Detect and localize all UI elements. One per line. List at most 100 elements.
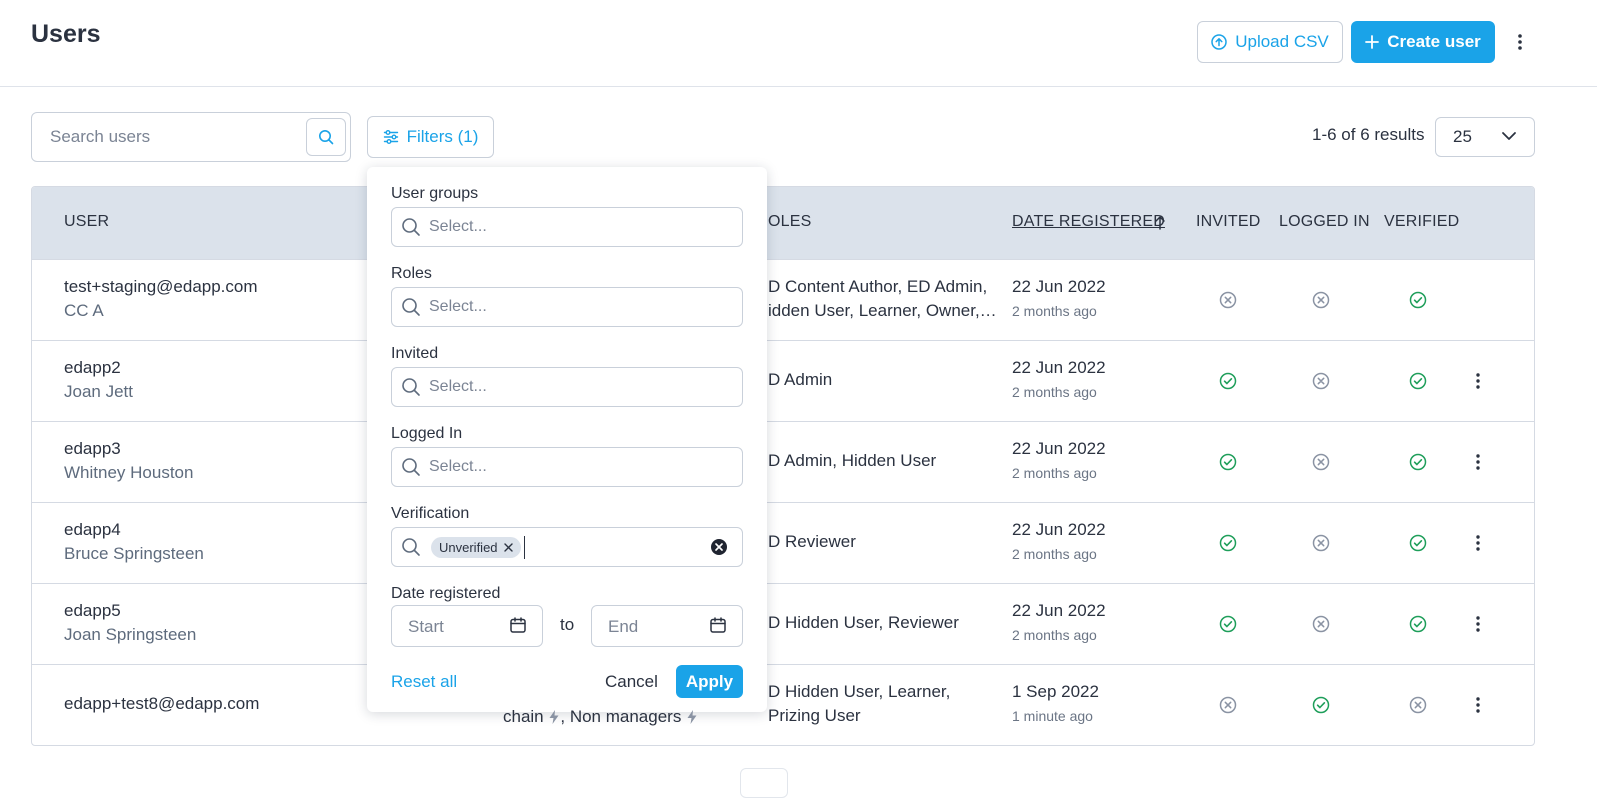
logged-in-select[interactable]: Select... <box>391 447 743 487</box>
user-email[interactable]: edapp4 <box>64 520 121 540</box>
reset-all-link[interactable]: Reset all <box>391 672 457 692</box>
apply-button[interactable]: Apply <box>676 665 743 698</box>
search-icon <box>402 538 420 556</box>
filters-button[interactable]: Filters (1) <box>367 116 494 158</box>
create-user-label: Create user <box>1387 32 1481 51</box>
column-header-logged-in[interactable]: LOGGED IN <box>1279 213 1370 231</box>
start-placeholder: Start <box>408 617 444 636</box>
page-title: Users <box>31 20 101 48</box>
search-input[interactable] <box>48 125 288 149</box>
row-more-icon[interactable] <box>1471 694 1485 716</box>
verified-check-icon <box>1408 452 1428 472</box>
roles-label: Roles <box>391 265 432 282</box>
verification-label: Verification <box>391 505 470 522</box>
user-roles: D Hidden User, Reviewer <box>768 613 959 632</box>
search-icon <box>319 130 334 145</box>
user-name: Joan Springsteen <box>64 625 197 644</box>
table-row[interactable]: edapp4 Bruce Springsteen D Reviewer 22 Jun … <box>32 502 1534 583</box>
user-email[interactable]: edapp5 <box>64 601 121 621</box>
sort-ascending-icon[interactable] <box>1154 215 1166 231</box>
user-groups-select[interactable]: Select... <box>391 207 743 247</box>
results-count: 1-6 of 6 results <box>1312 125 1425 144</box>
user-email[interactable]: test+staging@edapp.com <box>64 277 258 297</box>
roles-placeholder: Select... <box>429 298 487 315</box>
user-groups-placeholder: Select... <box>429 218 487 235</box>
row-more-icon[interactable] <box>1471 451 1485 473</box>
invited-x-icon <box>1218 290 1238 310</box>
row-more-icon[interactable] <box>1471 370 1485 392</box>
sliders-icon <box>383 130 398 144</box>
verified-check-icon <box>1408 290 1428 310</box>
logged-in-x-icon <box>1311 290 1331 310</box>
table-row[interactable]: edapp+test8@edapp.com D Hidden User, Lear… <box>32 664 1534 745</box>
date-range-separator: to <box>560 615 575 634</box>
search-icon <box>402 458 420 476</box>
column-header-date-registered[interactable]: DATE REGISTERED <box>1012 213 1165 231</box>
column-header-roles[interactable]: OLES <box>768 213 812 231</box>
user-roles: D Admin <box>768 370 833 389</box>
invited-placeholder: Select... <box>429 378 487 395</box>
pagination[interactable] <box>740 768 788 798</box>
plus-icon <box>1365 35 1380 49</box>
date-registered: 22 Jun 2022 <box>1012 439 1106 458</box>
date-relative: 2 months ago <box>1012 303 1097 319</box>
table-row[interactable]: edapp2 Joan Jett D Admin 22 Jun 2022 2 month… <box>32 340 1534 421</box>
date-registered: 22 Jun 2022 <box>1012 358 1106 377</box>
invited-check-icon <box>1218 614 1238 634</box>
date-relative: 2 months ago <box>1012 465 1097 481</box>
invited-select[interactable]: Select... <box>391 367 743 407</box>
search-button[interactable] <box>306 118 346 156</box>
create-user-button[interactable]: Create user <box>1351 21 1495 63</box>
upload-csv-button[interactable]: Upload CSV <box>1197 21 1343 63</box>
user-name: Joan Jett <box>64 382 133 401</box>
table-row[interactable]: edapp5 Joan Springsteen D Hidden User, Rev… <box>32 583 1534 664</box>
invited-check-icon <box>1218 371 1238 391</box>
per-page-value: 25 <box>1453 127 1472 146</box>
roles-select[interactable]: Select... <box>391 287 743 327</box>
more-options-icon[interactable] <box>1509 30 1531 54</box>
logged-in-x-icon <box>1311 452 1331 472</box>
top-bar: Users Upload CSV Create user <box>0 0 1597 87</box>
logged-in-check-icon <box>1311 695 1331 715</box>
column-header-verified[interactable]: VERIFIED <box>1384 213 1459 231</box>
user-email[interactable]: edapp2 <box>64 358 121 378</box>
column-header-user[interactable]: USER <box>64 213 109 231</box>
lightning-icon <box>687 710 697 724</box>
per-page-select[interactable]: 25 <box>1435 117 1535 157</box>
end-date-field[interactable]: End <box>591 605 743 647</box>
user-email[interactable]: edapp+test8@edapp.com <box>64 694 259 714</box>
date-registered: 1 Sep 2022 <box>1012 682 1099 701</box>
user-roles-continued: Prizing User <box>768 706 861 725</box>
lightning-icon <box>549 710 559 724</box>
user-email[interactable]: edapp3 <box>64 439 121 459</box>
logged-in-x-icon <box>1311 614 1331 634</box>
cancel-button[interactable]: Cancel <box>605 672 658 692</box>
row-more-icon[interactable] <box>1471 532 1485 554</box>
verified-x-icon <box>1408 695 1428 715</box>
upload-icon <box>1211 34 1227 50</box>
user-groups-label: User groups <box>391 185 479 202</box>
row-more-icon[interactable] <box>1471 613 1485 635</box>
verified-check-icon <box>1408 371 1428 391</box>
invited-check-icon <box>1218 533 1238 553</box>
chip-remove-icon[interactable] <box>503 543 513 552</box>
user-name: CC A <box>64 301 104 320</box>
search-icon <box>402 378 420 396</box>
verification-select[interactable]: Unverified <box>391 527 743 567</box>
table-row[interactable]: edapp3 Whitney Houston D Admin, Hidden Use… <box>32 421 1534 502</box>
user-roles: D Content Author, ED Admin, <box>768 277 988 296</box>
column-header-invited[interactable]: INVITED <box>1196 213 1261 231</box>
clear-icon[interactable] <box>710 538 728 556</box>
table-row[interactable]: test+staging@edapp.com CC A D Content Auth… <box>32 259 1534 340</box>
date-registered: 22 Jun 2022 <box>1012 277 1106 296</box>
search-icon <box>402 218 420 236</box>
end-placeholder: End <box>608 617 639 636</box>
date-registered: 22 Jun 2022 <box>1012 601 1106 620</box>
start-date-field[interactable]: Start <box>391 605 543 647</box>
date-registered-label: Date registered <box>391 585 501 602</box>
date-relative: 1 minute ago <box>1012 708 1093 724</box>
logged-in-placeholder: Select... <box>429 458 487 475</box>
logged-in-x-icon <box>1311 533 1331 553</box>
search-icon <box>402 298 420 316</box>
invited-x-icon <box>1218 695 1238 715</box>
